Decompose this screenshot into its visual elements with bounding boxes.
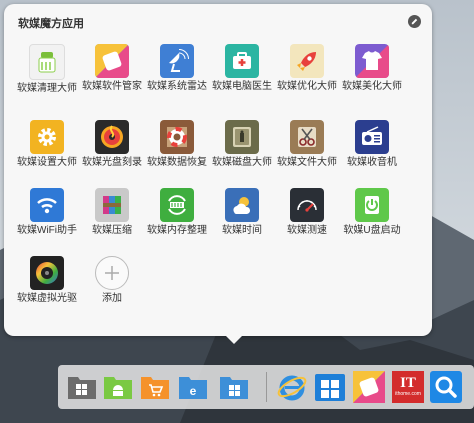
- weather-icon: [225, 188, 259, 222]
- gauge-icon: [290, 188, 324, 222]
- app-tile-optimizer[interactable]: 软媒优化大师: [276, 44, 338, 93]
- books-icon: [95, 188, 129, 222]
- app-label: 软媒WiFi助手: [17, 225, 77, 236]
- app-label: 软媒软件管家: [82, 81, 142, 92]
- app-label: 软媒系统雷达: [147, 81, 207, 92]
- app-tile-settings[interactable]: 软媒设置大师: [16, 120, 78, 169]
- memory-icon: [160, 188, 194, 222]
- app-label: 软媒压缩: [92, 225, 132, 236]
- rocket-icon: [290, 44, 324, 78]
- shopping-cart-folder-icon[interactable]: [139, 371, 171, 403]
- app-tile-usb-boot[interactable]: 软媒U盘启动: [341, 188, 403, 237]
- app-label: 软媒电脑医生: [212, 81, 272, 92]
- add-app-button[interactable]: 添加: [81, 256, 143, 305]
- app-tile-pc-doctor[interactable]: 软媒电脑医生: [211, 44, 273, 93]
- android-folder-icon[interactable]: [102, 371, 134, 403]
- software-manager-icon[interactable]: [353, 371, 385, 403]
- app-label: 软媒优化大师: [277, 81, 337, 92]
- windows-store-icon[interactable]: [314, 371, 346, 403]
- app-tile-radio[interactable]: 软媒收音机: [341, 120, 403, 169]
- app-tile-beautify[interactable]: 软媒美化大师: [341, 44, 403, 93]
- search-icon[interactable]: [430, 371, 462, 403]
- app-label: 软媒文件大师: [277, 157, 337, 168]
- tiles-icon: [95, 44, 129, 78]
- wifi-icon: [30, 188, 64, 222]
- app-tile-file-master[interactable]: 软媒文件大师: [276, 120, 338, 169]
- broom-icon: [29, 44, 65, 80]
- app-tile-system-radar[interactable]: 软媒系统雷达: [146, 44, 208, 93]
- svg-text:e: e: [190, 384, 197, 398]
- app-launcher-panel: 软媒魔方应用 软媒清理大师 软媒软件管家 软媒系统雷达 软媒电脑医生 软媒优化大…: [4, 4, 432, 344]
- app-tile-disk-master[interactable]: 软媒磁盘大师: [211, 120, 273, 169]
- dock-separator: [266, 372, 267, 402]
- app-tile-virtual-drive[interactable]: 软媒虚拟光驱: [16, 256, 78, 305]
- plus-icon: [95, 256, 129, 290]
- tshirt-icon: [355, 44, 389, 78]
- app-tile-disc-burner[interactable]: 软媒光盘刻录: [81, 120, 143, 169]
- app-tile-speed-test[interactable]: 软媒测速: [276, 188, 338, 237]
- app-label: 软媒时间: [222, 225, 262, 236]
- scissors-icon: [290, 120, 324, 154]
- ie-folder-icon[interactable]: e: [177, 371, 209, 403]
- ithome-mark: IT: [400, 375, 416, 391]
- windows-folder-icon[interactable]: [66, 371, 98, 403]
- usb-power-icon: [355, 188, 389, 222]
- app-tile-compress[interactable]: 软媒压缩: [81, 188, 143, 237]
- app-label: 软媒收音机: [347, 157, 397, 168]
- app-label: 软媒美化大师: [342, 81, 402, 92]
- radio-icon: [355, 120, 389, 154]
- app-label: 软媒U盘启动: [343, 225, 401, 236]
- medkit-icon: [225, 44, 259, 78]
- app-label: 软媒光盘刻录: [82, 157, 142, 168]
- app-label: 软媒设置大师: [17, 157, 77, 168]
- app-tile-software-manager[interactable]: 软媒软件管家: [81, 44, 143, 93]
- internet-explorer-icon[interactable]: [276, 371, 308, 403]
- app-tile-wifi-helper[interactable]: 软媒WiFi助手: [16, 188, 78, 237]
- gear-icon: [30, 120, 64, 154]
- disc-icon: [95, 120, 129, 154]
- app-label: 软媒内存整理: [147, 225, 207, 236]
- app-tile-cleaner[interactable]: 软媒清理大师: [16, 44, 78, 95]
- lifebuoy-icon: [160, 120, 194, 154]
- app-label: 软媒磁盘大师: [212, 157, 272, 168]
- panel-title: 软媒魔方应用: [18, 18, 84, 30]
- app-label: 软媒数据恢复: [147, 157, 207, 168]
- app-label: 添加: [102, 293, 122, 304]
- store-folder-icon[interactable]: [218, 371, 250, 403]
- app-label: 软媒虚拟光驱: [17, 293, 77, 304]
- safe-icon: [225, 120, 259, 154]
- virtual-disc-icon: [30, 256, 64, 290]
- ithome-caption: ithome.com: [395, 391, 421, 397]
- app-tile-data-recovery[interactable]: 软媒数据恢复: [146, 120, 208, 169]
- radar-dish-icon: [160, 44, 194, 78]
- edit-icon[interactable]: [408, 15, 421, 28]
- ithome-icon[interactable]: IT ithome.com: [392, 371, 424, 403]
- app-tile-time[interactable]: 软媒时间: [211, 188, 273, 237]
- app-tile-memory-cleanup[interactable]: 软媒内存整理: [146, 188, 208, 237]
- app-label: 软媒清理大师: [17, 83, 77, 94]
- app-label: 软媒测速: [287, 225, 327, 236]
